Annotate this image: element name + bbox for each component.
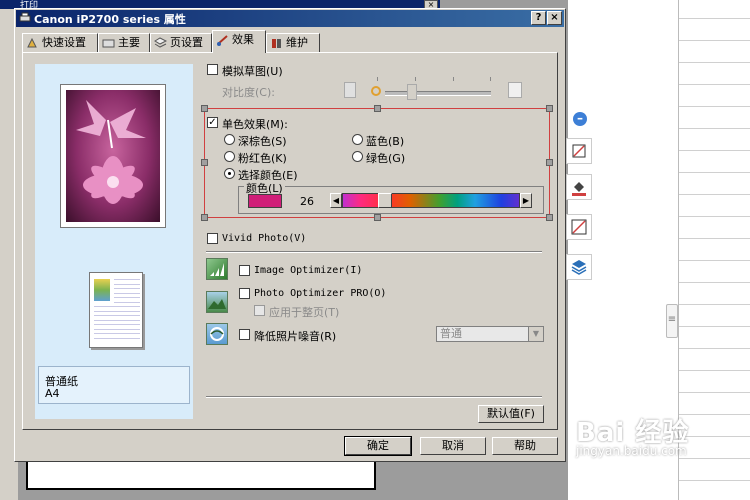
high-contrast-icon <box>508 82 522 98</box>
monochrome-checkbox[interactable]: ✓ <box>207 117 218 128</box>
simulate-sketch-label: 模拟草图(U) <box>222 65 283 78</box>
resize-handle[interactable] <box>201 159 208 166</box>
color-value: 26 <box>300 195 314 208</box>
noise-reduction-icon <box>206 323 228 345</box>
contrast-slider-thumb[interactable] <box>407 84 417 100</box>
dialog-title: Canon iP2700 series 属性 <box>34 13 186 26</box>
page-setup-icon <box>154 37 168 49</box>
photo-optimizer-pro-checkbox[interactable] <box>239 288 250 299</box>
radio-sepia[interactable] <box>224 134 235 145</box>
tab-label: 快速设置 <box>42 36 86 49</box>
radio-select-color[interactable] <box>224 168 235 179</box>
collapse-icon[interactable]: – <box>573 112 587 126</box>
scroll-handle[interactable]: ≡ <box>666 304 678 338</box>
radio-blue-label: 蓝色(B) <box>366 135 405 148</box>
radio-pink[interactable] <box>224 151 235 162</box>
radio-sepia-label: 深棕色(S) <box>238 135 287 148</box>
apply-all-pages-label: 应用于整页(T) <box>269 306 340 319</box>
photo-optimizer-icon <box>206 291 228 313</box>
tab-label: 维护 <box>286 36 308 49</box>
tab-main[interactable]: 主要 <box>98 33 150 52</box>
resize-handle[interactable] <box>201 214 208 221</box>
rotate-handle-icon[interactable] <box>371 86 381 96</box>
quick-setup-icon <box>26 37 39 49</box>
tab-label: 主要 <box>118 36 140 49</box>
radio-green-label: 绿色(G) <box>366 152 406 165</box>
photo-preview <box>66 90 160 222</box>
contrast-label: 对比度(C): <box>222 86 275 99</box>
chevron-down-icon: ▼ <box>528 327 543 341</box>
radio-pink-label: 粉红色(K) <box>238 152 287 165</box>
main-icon <box>102 37 115 49</box>
tab-quick-setup[interactable]: 快速设置 <box>22 33 98 52</box>
vivid-photo-label: Vivid Photo(V) <box>222 233 307 244</box>
tab-label: 效果 <box>232 33 254 46</box>
color-scroll-right-button[interactable]: ▶ <box>520 193 532 208</box>
crop-tool-icon[interactable] <box>566 138 592 164</box>
ok-button[interactable]: 确定 <box>344 436 412 456</box>
butterfly-flower-image <box>76 100 146 204</box>
resize-handle[interactable] <box>374 105 381 112</box>
color-scroll-left-button[interactable]: ◀ <box>330 193 342 208</box>
help-button[interactable]: 帮助 <box>492 437 558 455</box>
noise-level-value: 普通 <box>440 327 462 340</box>
image-optimizer-label: Image Optimizer(I) <box>254 265 363 276</box>
line-tool-icon[interactable] <box>566 214 592 240</box>
color-scroll-thumb[interactable] <box>378 193 392 208</box>
resize-handle[interactable] <box>201 105 208 112</box>
color-swatch <box>248 194 282 208</box>
tab-effects[interactable]: 效果 <box>212 30 266 53</box>
printer-icon <box>19 12 31 24</box>
tab-maintenance[interactable]: 维护 <box>266 33 320 52</box>
resize-handle[interactable] <box>374 214 381 221</box>
paper-size-label: A4 <box>45 387 60 400</box>
paper-preview <box>89 272 143 348</box>
noise-reduction-checkbox[interactable] <box>239 329 250 340</box>
maintenance-icon <box>270 37 283 49</box>
tab-page-setup[interactable]: 页设置 <box>150 33 212 52</box>
help-title-button[interactable]: ? <box>531 11 546 25</box>
color-scrollbar[interactable] <box>342 193 520 208</box>
cancel-button[interactable]: 取消 <box>420 437 486 455</box>
close-button[interactable]: × <box>547 11 562 25</box>
noise-reduction-label: 降低照片噪音(R) <box>254 330 337 343</box>
resize-handle[interactable] <box>546 105 553 112</box>
radio-green[interactable] <box>352 151 363 162</box>
fill-bucket-icon[interactable] <box>566 174 592 200</box>
defaults-button[interactable]: 默认值(F) <box>478 405 544 423</box>
photo-optimizer-pro-label: Photo Optimizer PRO(O) <box>254 288 387 299</box>
watermark-url: jingyan.baidu.com <box>576 444 687 458</box>
apply-all-pages-checkbox[interactable] <box>254 305 265 316</box>
radio-blue[interactable] <box>352 134 363 145</box>
low-contrast-icon <box>344 82 356 98</box>
tab-label: 页设置 <box>170 36 203 49</box>
image-optimizer-icon <box>206 258 228 280</box>
resize-handle[interactable] <box>546 214 553 221</box>
simulate-sketch-checkbox[interactable] <box>207 64 218 75</box>
vivid-photo-checkbox[interactable] <box>207 233 218 244</box>
monochrome-label: 单色效果(M): <box>222 118 288 131</box>
contrast-slider-track[interactable] <box>385 91 491 96</box>
layers-icon[interactable] <box>566 254 592 280</box>
resize-handle[interactable] <box>546 159 553 166</box>
effects-icon <box>216 34 229 46</box>
image-optimizer-checkbox[interactable] <box>239 265 250 276</box>
noise-level-select[interactable]: 普通 ▼ <box>436 326 544 342</box>
